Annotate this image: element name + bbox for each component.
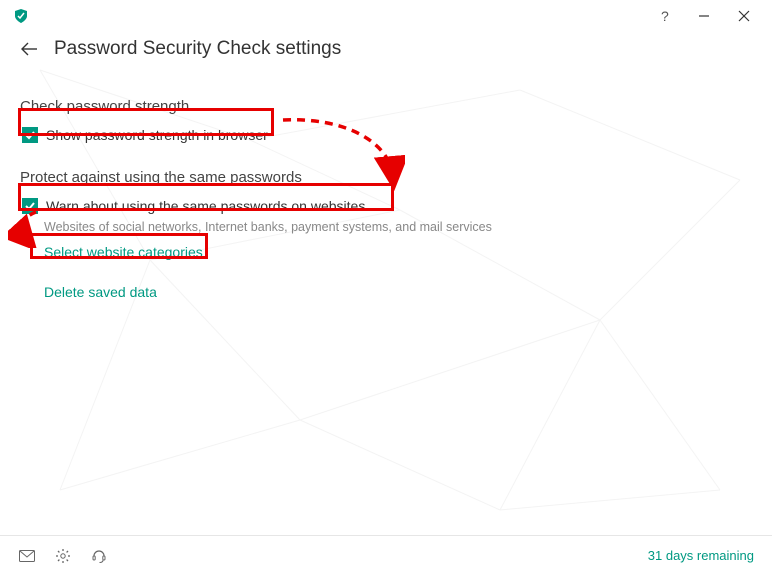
delete-saved-data-link[interactable]: Delete saved data: [44, 284, 157, 300]
help-button[interactable]: ?: [644, 2, 684, 30]
section-heading-reuse: Protect against using the same passwords: [20, 169, 752, 186]
section-heading-strength: Check password strength: [20, 98, 752, 115]
header: Password Security Check settings: [0, 32, 772, 72]
mail-icon[interactable]: [18, 547, 36, 565]
checkbox-warn-reuse-row: Warn about using the same passwords on w…: [20, 194, 752, 218]
gear-icon[interactable]: [54, 547, 72, 565]
app-logo-icon: [12, 7, 30, 25]
content: Check password strength Show password st…: [0, 72, 772, 302]
select-categories-link[interactable]: Select website categories: [44, 244, 203, 260]
minimize-button[interactable]: [684, 2, 724, 30]
checkbox-warn-reuse[interactable]: [22, 198, 38, 214]
checkbox-warn-reuse-label: Warn about using the same passwords on w…: [46, 198, 365, 214]
license-remaining[interactable]: 31 days remaining: [648, 548, 754, 563]
checkbox-show-strength-label: Show password strength in browser: [46, 127, 268, 143]
checkbox-show-strength[interactable]: [22, 127, 38, 143]
statusbar: 31 days remaining: [0, 535, 772, 575]
support-icon[interactable]: [90, 547, 108, 565]
close-button[interactable]: [724, 2, 764, 30]
titlebar: ?: [0, 0, 772, 32]
svg-text:?: ?: [661, 9, 669, 23]
checkbox-show-strength-row: Show password strength in browser: [20, 123, 752, 147]
reuse-subtext: Websites of social networks, Internet ba…: [44, 220, 752, 234]
back-button[interactable]: [18, 38, 40, 60]
page-title: Password Security Check settings: [54, 38, 341, 60]
